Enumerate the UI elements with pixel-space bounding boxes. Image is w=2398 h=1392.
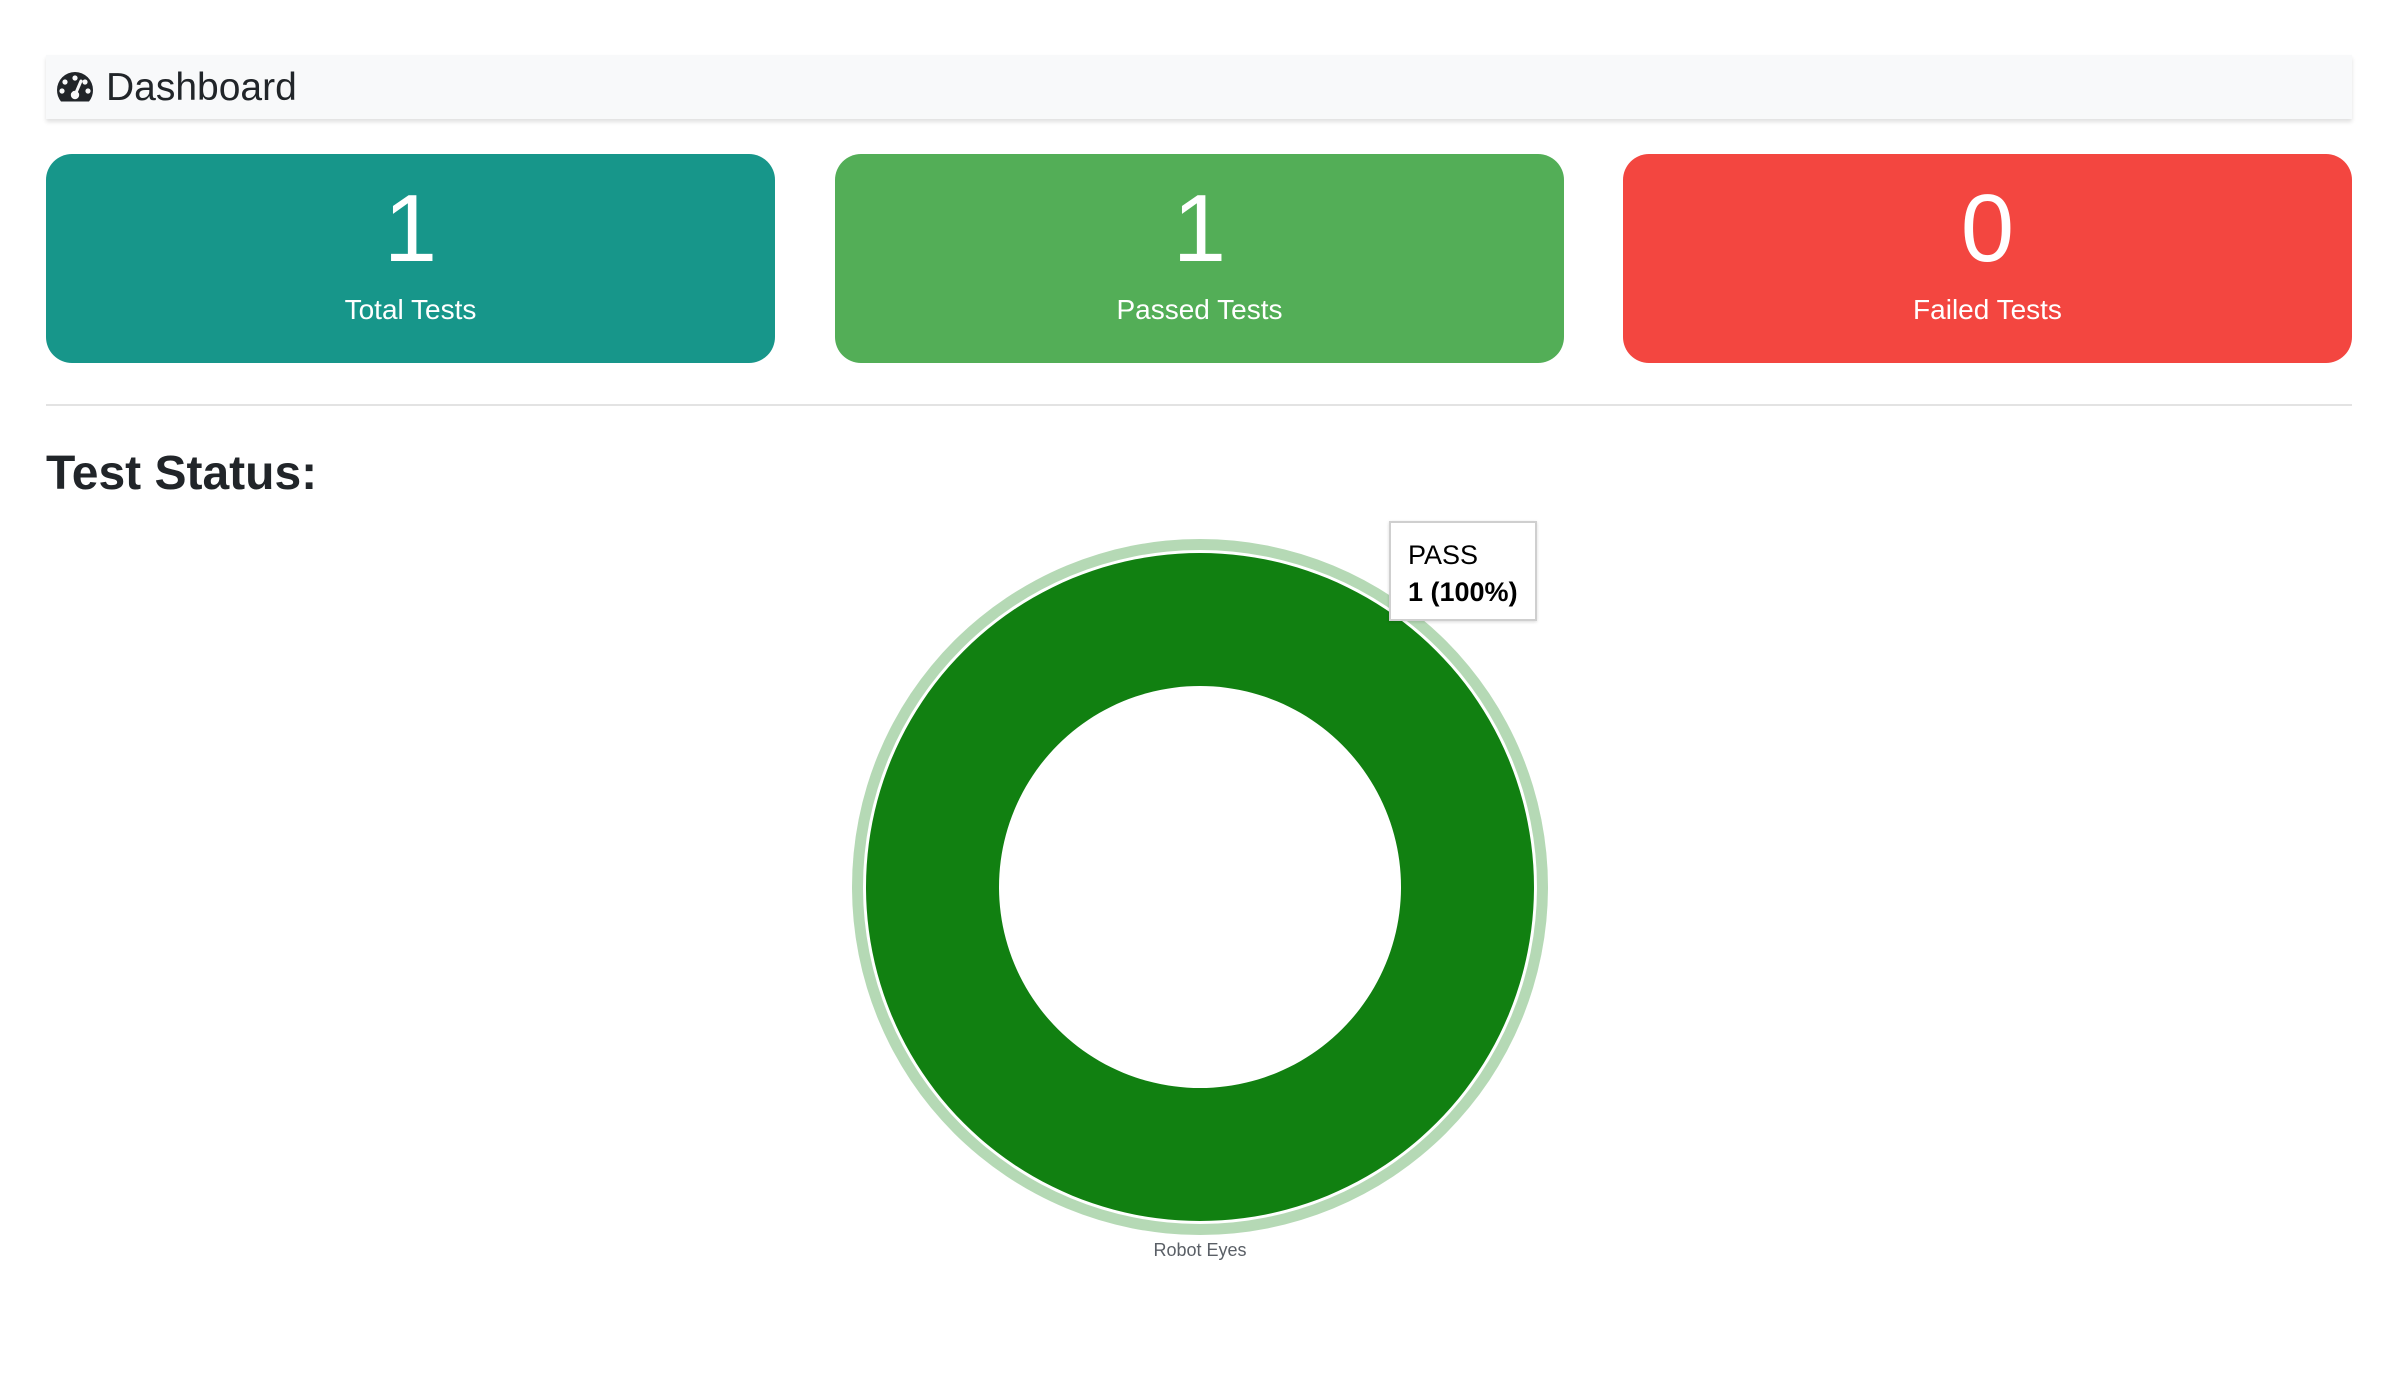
dashboard-page: Dashboard 1 Total Tests 1 Passed Tests 0… bbox=[0, 0, 2398, 1392]
passed-tests-value: 1 bbox=[1172, 175, 1227, 282]
chart-caption: Robot Eyes bbox=[1153, 1240, 1247, 1260]
total-tests-label: Total Tests bbox=[344, 294, 477, 325]
tachometer-icon bbox=[54, 66, 96, 108]
summary-cards: 1 Total Tests 1 Passed Tests 0 Failed Te… bbox=[46, 154, 2352, 363]
tooltip-label: PASS bbox=[1408, 540, 1479, 570]
test-status-heading: Test Status: bbox=[46, 447, 318, 500]
dashboard-header: Dashboard bbox=[46, 55, 2352, 119]
failed-tests-card[interactable]: 0 Failed Tests bbox=[1623, 154, 2352, 363]
chart-tooltip: PASS 1 (100%) bbox=[1389, 521, 1537, 621]
page-title: Dashboard bbox=[106, 65, 297, 109]
total-tests-value: 1 bbox=[383, 175, 438, 282]
passed-tests-label: Passed Tests bbox=[1116, 294, 1283, 325]
total-tests-card[interactable]: 1 Total Tests bbox=[46, 154, 775, 363]
tooltip-value: 1 (100%) bbox=[1408, 577, 1518, 607]
passed-tests-card[interactable]: 1 Passed Tests bbox=[835, 154, 1564, 363]
failed-tests-label: Failed Tests bbox=[1913, 294, 2062, 325]
section-divider bbox=[46, 404, 2352, 406]
failed-tests-value: 0 bbox=[1960, 175, 2015, 282]
